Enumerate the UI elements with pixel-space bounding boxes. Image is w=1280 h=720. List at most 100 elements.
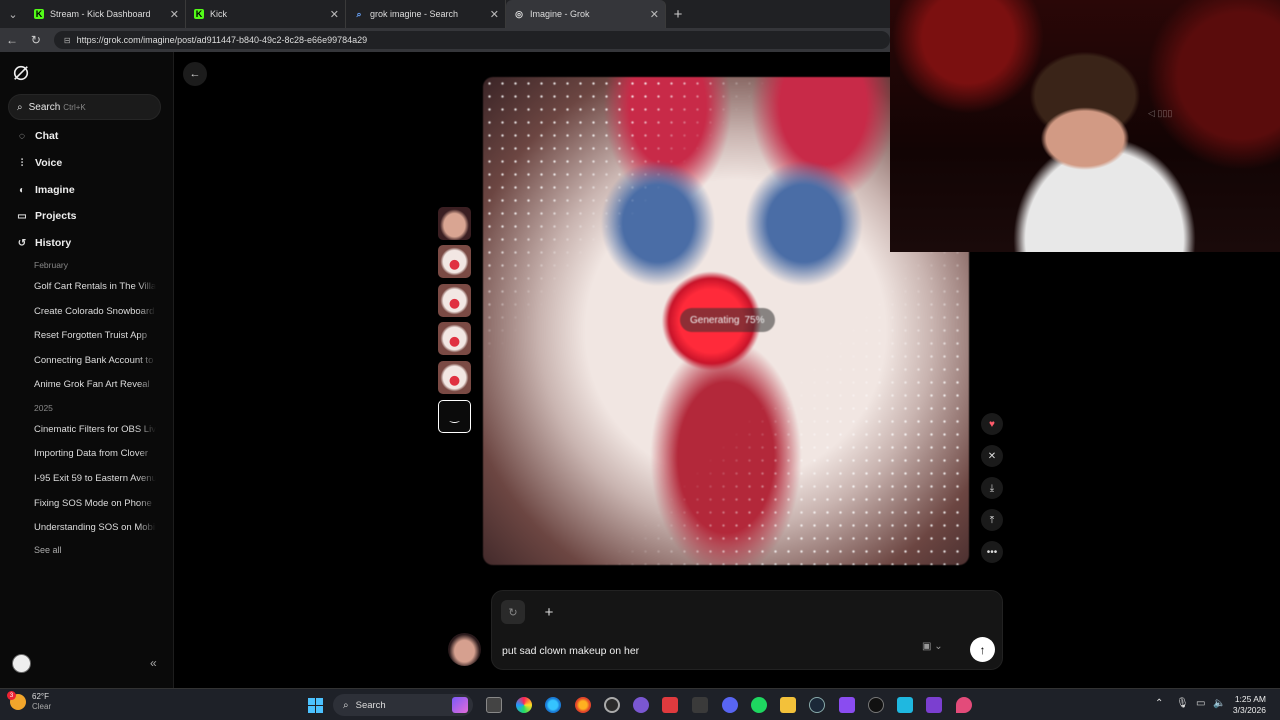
search-icon: ⌕ — [17, 101, 23, 113]
sidebar-item-history[interactable]: ↺ History — [16, 237, 71, 249]
see-all-link[interactable]: See all — [34, 545, 62, 555]
history-item[interactable]: Understanding SOS on Mobile — [34, 522, 156, 533]
plus-icon: + — [544, 603, 554, 621]
grok-logo-icon[interactable] — [12, 64, 30, 82]
fx-app-icon[interactable] — [926, 697, 942, 713]
microphone-icon[interactable]: 🎙 — [1176, 698, 1189, 709]
history-item[interactable]: Connecting Bank Account to — [34, 355, 156, 366]
variant-thumbnail[interactable] — [438, 322, 471, 355]
app-icon[interactable] — [662, 697, 678, 713]
share-x-button[interactable]: ✕ — [981, 445, 1003, 467]
history-item[interactable]: Anime Grok Fan Art Reveal — [34, 379, 156, 390]
user-avatar[interactable] — [12, 654, 31, 673]
variant-thumbnail[interactable] — [438, 284, 471, 317]
refresh-spinner-icon: ↻ — [508, 606, 518, 619]
more-options-button[interactable]: ••• — [981, 541, 1003, 563]
loading-smile-icon: ‿ — [450, 411, 459, 423]
sidebar-item-chat[interactable]: ◌ Chat — [16, 130, 58, 142]
discord-icon[interactable] — [722, 697, 738, 713]
spotify-icon[interactable] — [751, 697, 767, 713]
generating-status-pill: Generating 75% — [680, 308, 775, 332]
close-tab-icon[interactable]: ✕ — [490, 8, 499, 21]
image-icon: ◐ — [18, 184, 26, 196]
mode-selector[interactable]: ▣ ⌄ — [922, 641, 943, 652]
tab-grok-search[interactable]: ⌕ grok imagine - Search ✕ — [346, 0, 506, 28]
copilot-icon[interactable] — [516, 697, 532, 713]
sidebar: ⌕ Search Ctrl+K ◌ Chat ⫶ Voice ◐ Imagine… — [0, 52, 174, 688]
close-tab-icon[interactable]: ✕ — [170, 8, 179, 21]
history-heading: February — [34, 260, 69, 270]
history-item[interactable]: Create Colorado Snowboard — [34, 306, 156, 317]
download-button[interactable]: ⤓ — [981, 477, 1003, 499]
history-item[interactable]: I-95 Exit 59 to Eastern Avenue — [34, 473, 156, 484]
sidebar-item-projects[interactable]: ▭ Projects — [16, 210, 76, 222]
upload-share-icon: ⤒ — [989, 514, 995, 526]
new-tab-plus-icon[interactable]: + — [666, 6, 690, 23]
system-clock[interactable]: 1:25 AM 3/3/2026 — [1222, 694, 1266, 716]
sidebar-item-imagine[interactable]: ◐ Imagine — [16, 184, 75, 196]
collapse-sidebar-icon[interactable]: « — [150, 656, 157, 670]
regenerate-button[interactable]: ↻ — [501, 600, 525, 624]
task-view-icon[interactable] — [452, 697, 468, 713]
generating-label: Generating — [690, 314, 740, 326]
app-icon[interactable] — [897, 697, 913, 713]
tab-imagine-grok[interactable]: ◎ Imagine - Grok ✕ — [506, 0, 666, 28]
generating-thumbnail[interactable]: ‿ — [438, 400, 471, 433]
history-item[interactable]: Importing Data from Clover — [34, 448, 156, 459]
add-attachment-button[interactable]: + — [537, 600, 561, 624]
history-heading: 2025 — [34, 403, 53, 413]
gaming-chair-logo-icon: ◁ ▯▯▯ — [1148, 108, 1173, 118]
search-icon: ⌕ — [343, 699, 349, 711]
image-mode-icon: ▣ — [922, 641, 932, 652]
url-text: https://grok.com/imagine/post/ad911447-b… — [76, 35, 368, 45]
ellipsis-icon: ••• — [986, 546, 998, 558]
location-pin-icon[interactable] — [956, 697, 972, 713]
history-icon: ↺ — [17, 237, 27, 249]
send-button[interactable]: ↑ — [970, 637, 995, 662]
variant-thumbnail[interactable] — [438, 245, 471, 278]
windows-start-icon[interactable] — [308, 698, 323, 713]
tray-overflow-chevron-icon[interactable]: ⌃ — [1155, 698, 1163, 709]
app-icon[interactable] — [868, 697, 884, 713]
share-button[interactable]: ⤒ — [981, 509, 1003, 531]
variant-thumbnail[interactable] — [438, 361, 471, 394]
obs-studio-icon[interactable] — [604, 697, 620, 713]
history-item[interactable]: Fixing SOS Mode on Phone — [34, 498, 156, 509]
prompt-input[interactable] — [502, 639, 902, 663]
chevron-down-icon: ⌄ — [934, 641, 943, 652]
variant-thumbnail[interactable] — [438, 207, 471, 240]
close-tab-icon[interactable]: ✕ — [330, 8, 339, 21]
prompt-composer: ↻ + ▣ ⌄ ↑ — [491, 590, 1003, 670]
windows-taskbar: 3 62°F Clear ⌕ Search ⌃ 🎙 ▭ 🔈 1:25 AM 3/… — [0, 688, 1280, 720]
history-item[interactable]: Cinematic Filters for OBS Live — [34, 424, 156, 435]
back-arrow-icon[interactable]: ← — [0, 33, 24, 47]
firefox-icon[interactable] — [575, 697, 591, 713]
download-icon: ⤓ — [989, 482, 995, 494]
address-bar[interactable]: ⊟ https://grok.com/imagine/post/ad911447… — [53, 31, 890, 49]
itunes-icon[interactable] — [692, 697, 708, 713]
weather-condition: Clear — [32, 702, 52, 711]
like-button[interactable]: ♥ — [981, 413, 1003, 435]
steam-icon[interactable] — [809, 697, 825, 713]
weather-widget[interactable]: 3 62°F Clear — [7, 691, 52, 712]
reference-image-avatar[interactable] — [448, 633, 481, 666]
sidebar-search[interactable]: ⌕ Search Ctrl+K — [8, 94, 161, 120]
grok-favicon-icon: ◎ — [515, 8, 523, 19]
file-explorer-window-icon[interactable] — [486, 697, 502, 713]
tab-kick[interactable]: K Kick ✕ — [186, 0, 346, 28]
edge-browser-icon[interactable] — [545, 697, 561, 713]
tab-kick-dashboard[interactable]: K Stream - Kick Dashboard ✕ — [26, 0, 186, 28]
close-tab-icon[interactable]: ✕ — [650, 8, 659, 21]
network-icon[interactable]: ▭ — [1196, 698, 1205, 709]
back-button[interactable]: ← — [183, 62, 207, 86]
app-icon[interactable] — [633, 697, 649, 713]
browser-tab-bar: ⌄ K Stream - Kick Dashboard ✕ K Kick ✕ ⌕… — [0, 0, 890, 28]
site-info-icon[interactable]: ⊟ — [64, 36, 71, 45]
sidebar-item-voice[interactable]: ⫶ Voice — [16, 157, 62, 169]
reload-icon[interactable]: ↻ — [24, 33, 48, 47]
history-item[interactable]: Reset Forgotten Truist App — [34, 330, 156, 341]
history-item[interactable]: Golf Cart Rentals in The Villages — [34, 281, 156, 292]
tab-list-chevron-icon[interactable]: ⌄ — [0, 0, 26, 28]
folder-icon[interactable] — [780, 697, 796, 713]
app-icon[interactable] — [839, 697, 855, 713]
